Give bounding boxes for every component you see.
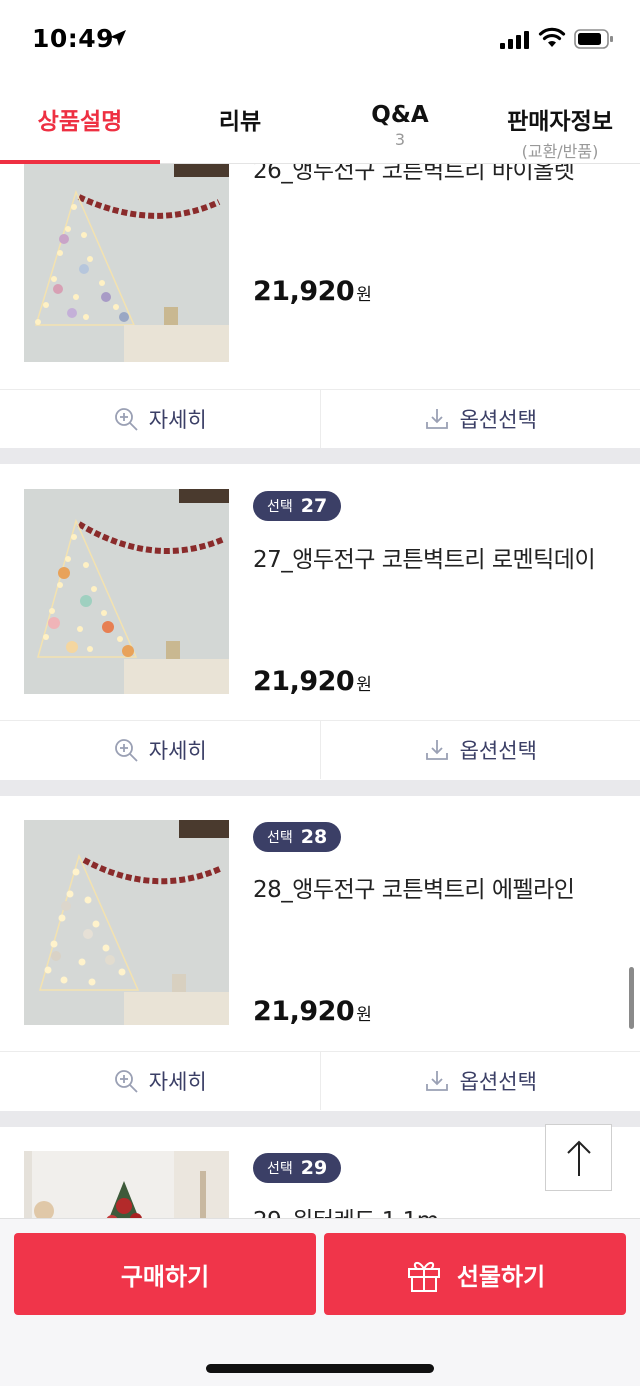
product-name[interactable]: 26_앵두전구 코튼벽트리 바이올렛 [253,164,575,185]
tab-label: 상품설명 [37,109,123,135]
detail-label: 자세히 [148,408,207,432]
product-thumbnail[interactable] [24,164,229,362]
tab-sublabel: (교환/반품) [521,142,599,161]
home-indicator[interactable] [206,1364,434,1373]
option-badge: 선택 28 [253,822,342,852]
cotton-wall-tree-image [24,164,229,362]
download-icon [425,740,448,760]
badge-label: 선택 [267,1161,293,1177]
price-value: 21,920 [253,666,355,697]
detail-button[interactable]: 자세히 [0,390,320,448]
product-card: 선택 28 28_앵두전구 코튼벽트리 에펠라인 21,920 원 자세히 옵션… [0,796,640,1111]
detail-button[interactable]: 자세히 [0,721,320,779]
tab-seller-info[interactable]: 판매자정보 (교환/반품) [480,80,640,164]
price-currency: 원 [356,1005,372,1025]
scrollbar-thumb[interactable] [629,967,634,1029]
active-tab-indicator [0,160,160,164]
badge-number: 28 [300,826,328,848]
winter-red-tree-image [24,1151,229,1218]
download-icon [425,409,448,429]
tab-product-description[interactable]: 상품설명 [0,80,160,164]
gift-button[interactable]: 선물하기 [324,1233,626,1315]
card-actions: 자세히 옵션선택 [0,720,640,779]
price-value: 21,920 [253,996,355,1027]
option-select-button[interactable]: 옵션선택 [319,1052,640,1110]
cotton-wall-tree-image [24,820,229,1025]
badge-number: 27 [300,495,328,517]
tab-count: 3 [394,130,406,149]
status-time: 10:49 [32,24,115,53]
badge-label: 선택 [267,830,293,846]
battery-icon [574,29,613,49]
option-badge: 선택 27 [253,491,342,521]
location-arrow-icon [110,30,126,46]
badge-label: 선택 [267,499,293,515]
scroll-to-top-button[interactable] [545,1124,612,1191]
price-value: 21,920 [253,276,355,307]
cellular-signal-icon [500,31,529,49]
purchase-bar: 구매하기 선물하기 [0,1218,640,1386]
option-select-button[interactable]: 옵션선택 [319,721,640,779]
zoom-in-icon [114,408,138,431]
zoom-in-icon [114,739,138,762]
option-badge: 선택 29 [253,1153,342,1183]
detail-label: 자세히 [148,739,207,763]
option-select-button[interactable]: 옵션선택 [319,390,640,448]
product-card: 선택 26 26_앵두전구 코튼벽트리 바이올렛 21,920원 자세히 [0,164,640,448]
zoom-in-icon [114,1070,138,1093]
cotton-wall-tree-image [24,489,229,694]
price-currency: 원 [356,675,372,695]
buy-label: 구매하기 [120,1262,210,1291]
detail-label: 자세히 [148,1070,207,1094]
app-screen: 10:49 상품설명 리뷰 Q&A 3 판매자정보 (교환/반품) 26_앵두전… [0,0,640,1386]
option-select-label: 옵션선택 [459,1070,537,1094]
gift-label: 선물하기 [456,1262,546,1291]
wifi-icon [538,27,566,47]
product-thumbnail[interactable] [24,489,229,694]
product-option-list[interactable]: 선택 26 26_앵두전구 코튼벽트리 바이올렛 21,920원 자세히 [0,164,640,1218]
tab-label: 판매자정보 [507,109,613,135]
option-select-label: 옵션선택 [459,408,537,432]
card-actions: 자세히 옵션선택 [0,1051,640,1110]
price-currency: 원 [356,285,372,305]
status-bar: 10:49 [0,0,640,80]
product-thumbnail[interactable] [24,1151,229,1218]
buy-button[interactable]: 구매하기 [14,1233,316,1315]
product-name[interactable]: 27_앵두전구 코튼벽트리 로멘틱데이 [253,540,596,574]
product-price: 21,920 원 [253,276,372,307]
tab-bar: 상품설명 리뷰 Q&A 3 판매자정보 (교환/반품) [0,80,640,164]
card-actions: 자세히 옵션선택 [0,389,640,448]
option-select-label: 옵션선택 [459,739,537,763]
tab-reviews[interactable]: 리뷰 [160,80,320,164]
product-price: 21,920 원 [253,996,372,1027]
tab-qna[interactable]: Q&A 3 [320,80,480,164]
arrow-up-icon [566,1140,591,1176]
product-card: 선택 27 27_앵두전구 코튼벽트리 로멘틱데이 21,920 원 자세히 옵… [0,464,640,780]
download-icon [425,1071,448,1091]
product-name[interactable]: 29_윈터레드 1.1m [253,1201,439,1218]
product-price: 21,920 원 [253,666,372,697]
tab-label: 리뷰 [218,109,262,135]
gift-icon [407,1262,440,1292]
product-name[interactable]: 28_앵두전구 코튼벽트리 에펠라인 [253,870,575,904]
badge-number: 29 [300,1157,328,1179]
tab-label: Q&A [371,102,429,128]
product-card: 선택 29 29_윈터레드 1.1m [0,1127,640,1218]
product-thumbnail[interactable] [24,820,229,1025]
detail-button[interactable]: 자세히 [0,1052,320,1110]
